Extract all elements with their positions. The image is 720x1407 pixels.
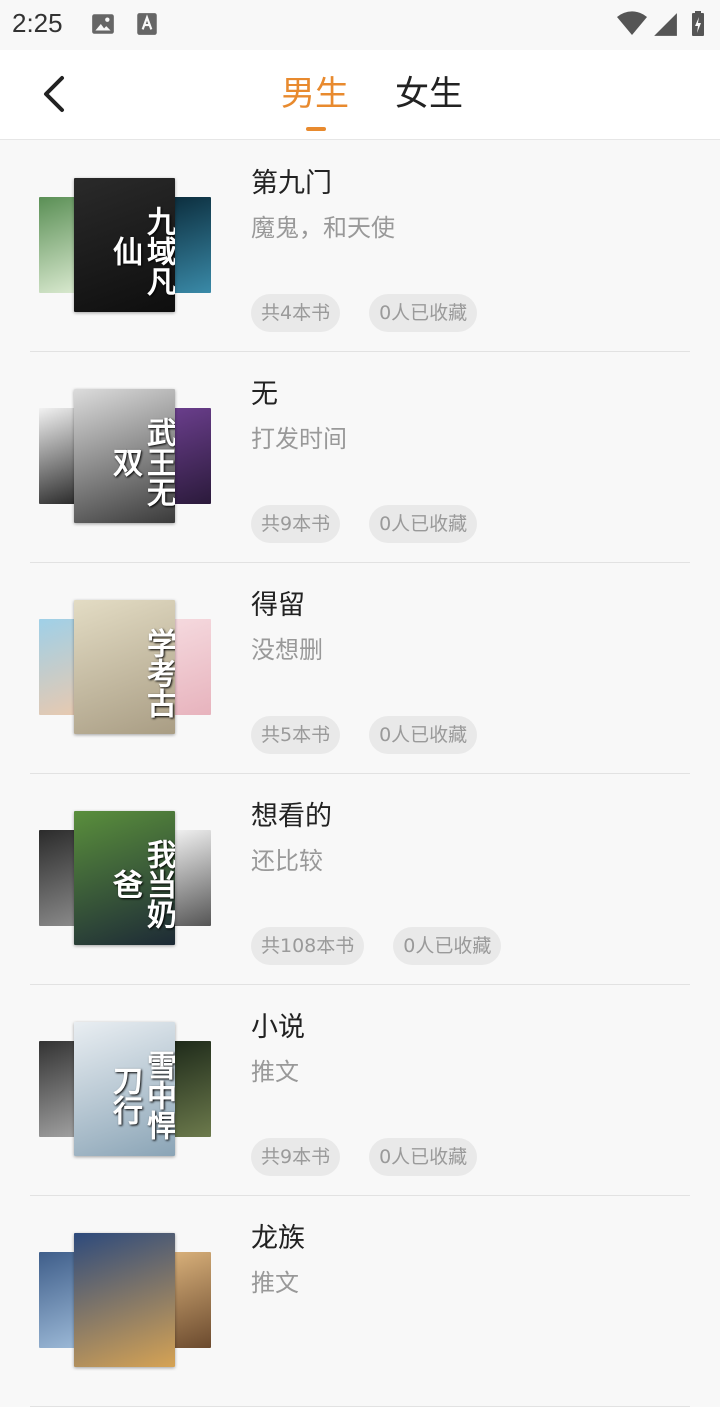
book-cover-main: 学考古 xyxy=(74,600,175,734)
cover-title-art: 九域凡仙 xyxy=(107,206,175,296)
book-cover-main xyxy=(74,1233,175,1367)
book-cover-right xyxy=(173,1041,211,1137)
cover-stack: 武王无双 xyxy=(39,389,212,523)
collect-count-badge: 0人已收藏 xyxy=(369,716,478,754)
book-cover-main: 我当奶爸 xyxy=(74,811,175,945)
book-cover-left xyxy=(39,197,77,293)
book-cover-right xyxy=(173,408,211,504)
active-tab-indicator xyxy=(306,127,326,131)
booklist-item[interactable]: 我当奶爸 想看的 还比较 共108本书 0人已收藏 xyxy=(30,774,690,985)
cover-stack xyxy=(39,1233,212,1367)
text-a-icon xyxy=(137,13,157,35)
status-bar: 2:25 xyxy=(0,0,720,50)
booklist-title: 小说 xyxy=(251,1012,305,1043)
cover-title-art: 雪中悍刀行 xyxy=(107,1050,175,1140)
cover-title-art xyxy=(74,1251,175,1361)
booklist-tags: 共9本书 0人已收藏 xyxy=(251,1138,478,1176)
book-count-badge: 共5本书 xyxy=(251,716,341,754)
booklist-item[interactable]: 武王无双 无 打发时间 共9本书 0人已收藏 xyxy=(30,352,690,563)
cover-stack: 我当奶爸 xyxy=(39,811,212,945)
collect-count-badge: 0人已收藏 xyxy=(393,927,502,965)
back-button[interactable] xyxy=(30,70,78,118)
status-time: 2:25 xyxy=(12,8,63,38)
book-cover-right xyxy=(173,830,211,926)
booklist-description: 魔鬼，和天使 xyxy=(251,214,395,242)
booklist-title: 无 xyxy=(251,379,278,410)
wifi-icon xyxy=(617,11,647,35)
booklist-description: 打发时间 xyxy=(251,425,347,453)
book-cover-main: 雪中悍刀行 xyxy=(74,1022,175,1156)
book-count-badge: 共9本书 xyxy=(251,505,341,543)
booklist-tags: 共5本书 0人已收藏 xyxy=(251,716,478,754)
top-nav-bar: 男生 女生 xyxy=(0,50,720,140)
book-cover-left xyxy=(39,1252,77,1348)
book-count-badge: 共108本书 xyxy=(251,927,365,965)
collect-count-badge: 0人已收藏 xyxy=(369,505,478,543)
cover-stack: 九域凡仙 xyxy=(39,178,212,312)
booklist-description: 推文 xyxy=(251,1058,299,1086)
booklist-description: 还比较 xyxy=(251,847,323,875)
booklist-description: 推文 xyxy=(251,1269,299,1297)
cover-title-art: 学考古 xyxy=(141,628,175,718)
booklist-title: 得留 xyxy=(251,590,305,621)
book-count-badge: 共9本书 xyxy=(251,1138,341,1176)
cover-stack: 学考古 xyxy=(39,600,212,734)
book-cover-left xyxy=(39,408,77,504)
booklist-tags: 共108本书 0人已收藏 xyxy=(251,927,502,965)
book-cover-main: 武王无双 xyxy=(74,389,175,523)
booklist-item[interactable]: 雪中悍刀行 小说 推文 共9本书 0人已收藏 xyxy=(30,985,690,1196)
booklist-item[interactable]: 学考古 得留 没想删 共5本书 0人已收藏 xyxy=(30,563,690,774)
booklist-title: 第九门 xyxy=(251,168,332,199)
collect-count-badge: 0人已收藏 xyxy=(369,294,478,332)
book-count-badge: 共4本书 xyxy=(251,294,341,332)
image-icon xyxy=(92,14,114,34)
battery-charging-icon xyxy=(692,11,704,36)
tab-female[interactable]: 女生 xyxy=(395,70,463,118)
collect-count-badge: 0人已收藏 xyxy=(369,1138,478,1176)
cover-stack: 雪中悍刀行 xyxy=(39,1022,212,1156)
booklist-title: 龙族 xyxy=(251,1223,305,1254)
book-cover-left xyxy=(39,830,77,926)
book-cover-right xyxy=(173,1252,211,1348)
cover-title-art: 我当奶爸 xyxy=(107,839,175,929)
signal-icon xyxy=(654,13,677,36)
booklist-list: 九域凡仙 第九门 魔鬼，和天使 共4本书 0人已收藏 武王无双 无 打发时间 共… xyxy=(0,141,720,1407)
booklist-item[interactable]: 龙族 推文 xyxy=(30,1196,690,1407)
book-cover-right xyxy=(173,197,211,293)
tab-male[interactable]: 男生 xyxy=(281,70,349,118)
book-cover-left xyxy=(39,1041,77,1137)
booklist-tags: 共9本书 0人已收藏 xyxy=(251,505,478,543)
chevron-left-icon xyxy=(44,76,64,112)
book-cover-right xyxy=(173,619,211,715)
book-cover-main: 九域凡仙 xyxy=(74,178,175,312)
booklist-title: 想看的 xyxy=(251,801,332,832)
cover-title-art: 武王无双 xyxy=(107,417,175,507)
booklist-tags: 共4本书 0人已收藏 xyxy=(251,294,478,332)
book-cover-left xyxy=(39,619,77,715)
booklist-description: 没想删 xyxy=(251,636,323,664)
booklist-item[interactable]: 九域凡仙 第九门 魔鬼，和天使 共4本书 0人已收藏 xyxy=(30,141,690,352)
